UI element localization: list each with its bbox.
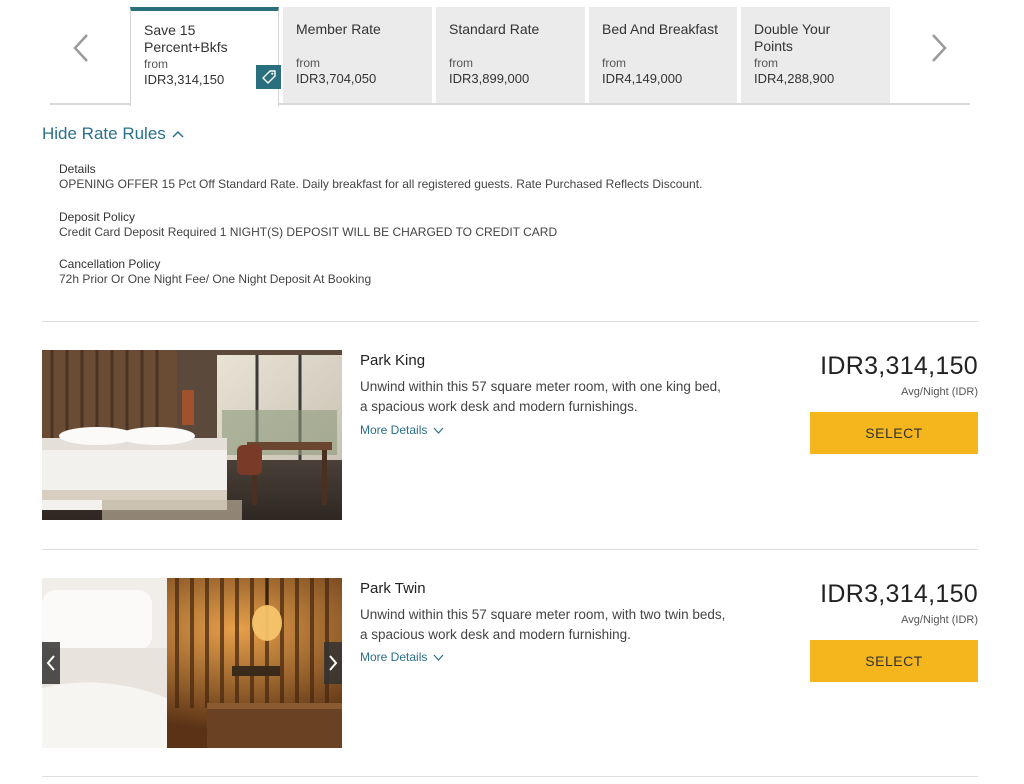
photo-prev-button[interactable]: [42, 642, 60, 684]
rule-deposit-title: Deposit Policy: [59, 210, 136, 224]
rule-cancellation-title: Cancellation Policy: [59, 257, 161, 271]
divider: [42, 776, 978, 777]
rule-cancellation: Cancellation Policy 72h Prior Or One Nig…: [59, 257, 371, 287]
select-button-park-king[interactable]: SELECT: [810, 412, 978, 454]
chevron-left-icon: [46, 655, 55, 671]
room-description-park-king: Unwind within this 57 square meter room,…: [360, 379, 721, 414]
divider: [42, 321, 978, 322]
more-details-label: More Details: [360, 650, 428, 664]
chevron-right-icon: [932, 34, 947, 62]
price-caption: Avg/Night (IDR): [901, 386, 978, 398]
room-name-park-king: Park King: [360, 352, 426, 369]
rate-tab-price: IDR3,899,000: [449, 71, 530, 86]
rule-details-text: OPENING OFFER 15 Pct Off Standard Rate. …: [59, 177, 703, 191]
room-photo-park-king[interactable]: [42, 350, 342, 520]
rate-tab-save-15[interactable]: Save 15 Percent+Bkfs from IDR3,314,150: [130, 7, 279, 106]
rule-details-title: Details: [59, 162, 96, 176]
photo-next-button[interactable]: [324, 642, 342, 684]
rate-tab-name: Bed And Breakfast: [602, 21, 718, 37]
price-tag-icon: [261, 70, 276, 84]
rate-tab-price: IDR4,149,000: [602, 71, 683, 86]
rate-tab-from: from: [296, 56, 320, 70]
hide-rate-rules-label: Hide Rate Rules: [42, 124, 166, 143]
divider: [42, 549, 978, 550]
rate-tab-from: from: [602, 56, 626, 70]
rule-cancellation-text: 72h Prior Or One Night Fee/ One Night De…: [59, 272, 372, 286]
rate-tab-from: from: [144, 57, 168, 71]
rate-tab-name: Save 15 Percent+Bkfs: [144, 22, 228, 55]
rule-deposit: Deposit Policy Credit Card Deposit Requi…: [59, 210, 557, 240]
room-price-park-twin: IDR3,314,150: [820, 580, 978, 608]
rates-next-arrow[interactable]: [924, 30, 954, 66]
rate-tab-member[interactable]: Member Rate from IDR3,704,050: [283, 7, 432, 104]
rate-tab-double-points[interactable]: Double Your Points from IDR4,288,900: [741, 7, 890, 104]
chevron-down-icon: [433, 427, 444, 434]
more-details-label: More Details: [360, 423, 428, 437]
hide-rate-rules-toggle[interactable]: Hide Rate Rules: [42, 124, 184, 144]
chevron-right-icon: [329, 655, 338, 671]
chevron-up-icon: [172, 130, 184, 138]
select-button-park-twin[interactable]: SELECT: [810, 640, 978, 682]
rate-tab-price: IDR3,314,150: [144, 72, 225, 87]
price-caption: Avg/Night (IDR): [901, 614, 978, 626]
rule-details: Details OPENING OFFER 15 Pct Off Standar…: [59, 162, 702, 192]
rate-tab-name: Standard Rate: [449, 21, 540, 37]
rule-deposit-text: Credit Card Deposit Required 1 NIGHT(S) …: [59, 225, 558, 239]
more-details-link-park-king[interactable]: More Details: [360, 423, 444, 437]
rate-tab-price: IDR4,288,900: [754, 71, 835, 86]
more-details-link-park-twin[interactable]: More Details: [360, 650, 444, 664]
chevron-left-icon: [73, 34, 88, 62]
rate-tab-from: from: [754, 56, 778, 70]
room-price-park-king: IDR3,314,150: [820, 352, 978, 380]
rate-tab-name: Member Rate: [296, 21, 381, 37]
rate-tab-from: from: [449, 56, 473, 70]
rates-prev-arrow[interactable]: [66, 30, 96, 66]
rate-tab-standard[interactable]: Standard Rate from IDR3,899,000: [436, 7, 585, 104]
room-description-park-twin: Unwind within this 57 square meter room,…: [360, 607, 726, 642]
rate-tab-price: IDR3,704,050: [296, 71, 377, 86]
price-tag-badge: [256, 65, 281, 89]
rate-tab-name: Double Your Points: [754, 21, 831, 54]
room-name-park-twin: Park Twin: [360, 580, 426, 597]
chevron-down-icon: [433, 654, 444, 661]
room-photo-park-twin[interactable]: [42, 578, 342, 748]
rate-tab-bed-and-breakfast[interactable]: Bed And Breakfast from IDR4,149,000: [589, 7, 737, 104]
